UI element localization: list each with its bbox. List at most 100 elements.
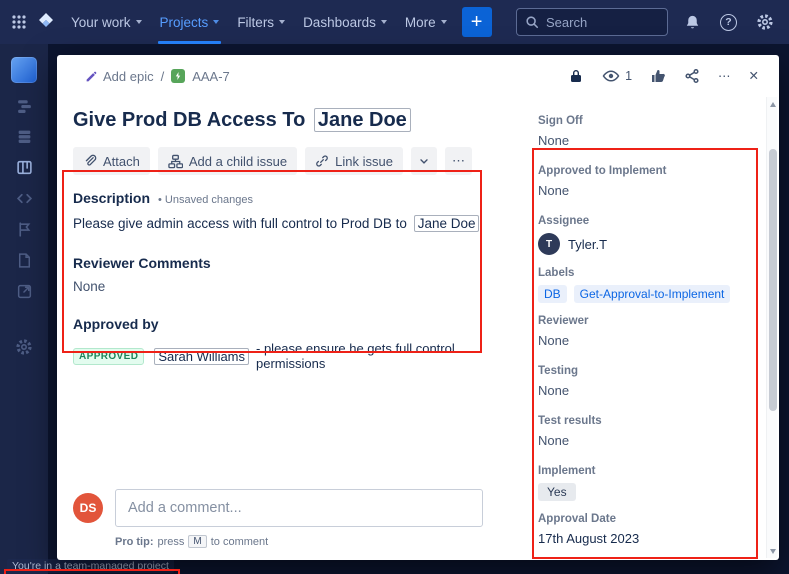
pages-icon[interactable]: [16, 252, 33, 269]
add-child-issue-button[interactable]: Add a child issue: [157, 147, 298, 175]
top-navigation-bar: Your work Projects Filters Dashboards Mo…: [0, 0, 789, 44]
link-issue-button[interactable]: Link issue: [305, 147, 403, 175]
breadcrumb: Add epic / AAA-7: [85, 69, 230, 84]
link-icon: [315, 154, 329, 168]
child-issue-icon: [168, 154, 183, 169]
team-managed-banner: You're in a team-managed project: [7, 559, 174, 573]
roadmap-icon[interactable]: [16, 97, 33, 114]
field-reviewer: Reviewer None: [538, 315, 589, 348]
keyboard-shortcut-m: M: [188, 535, 207, 548]
implement-chip[interactable]: Yes: [538, 483, 576, 501]
app-switcher-icon[interactable]: [8, 11, 30, 33]
field-testing: Testing None: [538, 365, 579, 398]
share-icon[interactable]: [676, 63, 708, 89]
field-labels: Labels DB Get-Approval-to-Implement: [538, 267, 762, 303]
attach-icon: [83, 154, 97, 168]
approver-note: - please ensure he gets full control per…: [256, 341, 455, 371]
approved-badge: APPROVED: [73, 347, 145, 365]
assignee-avatar: T: [538, 233, 560, 255]
nav-right-group: ?: [516, 8, 777, 36]
backlog-icon[interactable]: [16, 128, 33, 145]
scrollbar-down-arrow[interactable]: [767, 545, 778, 557]
breadcrumb-separator: /: [160, 68, 165, 84]
modal-scrollbar[interactable]: [766, 97, 777, 558]
shortcuts-icon[interactable]: [16, 283, 33, 300]
issue-actions: 1 ⋯ ✕: [560, 62, 767, 90]
board-icon[interactable]: [16, 159, 33, 176]
nav-more[interactable]: More: [396, 0, 456, 44]
project-avatar[interactable]: [11, 57, 37, 83]
notifications-icon[interactable]: [681, 11, 704, 34]
like-icon[interactable]: [642, 63, 674, 89]
approved-by-heading: Approved by: [73, 316, 159, 332]
description-name-highlight: Jane Doe: [413, 215, 480, 232]
search-input[interactable]: [546, 14, 659, 30]
nav-projects[interactable]: Projects: [151, 0, 229, 44]
code-icon[interactable]: [16, 190, 33, 207]
scrollbar-thumb[interactable]: [768, 149, 777, 411]
watchers-icon[interactable]: 1: [594, 62, 640, 90]
nav-filters[interactable]: Filters: [228, 0, 294, 44]
field-sign-off: Sign Off None: [538, 115, 583, 148]
add-epic-button[interactable]: Add epic: [85, 69, 154, 84]
reviewer-comments-value[interactable]: None: [73, 279, 483, 294]
field-assignee: Assignee T Tyler.T: [538, 215, 762, 255]
project-sidebar: [0, 44, 48, 574]
issue-main-column: Give Prod DB Access To Jane Doe Attach A…: [57, 97, 527, 560]
issue-title[interactable]: Give Prod DB Access To Jane Doe: [73, 107, 483, 133]
assignee-value[interactable]: T Tyler.T: [538, 233, 762, 255]
settings-icon[interactable]: [753, 10, 777, 34]
toolbar-more-icon[interactable]: ⋯: [444, 147, 472, 175]
approved-by-row: APPROVED Sarah Williams - please ensure …: [73, 341, 483, 371]
issue-key-link[interactable]: AAA-7: [192, 69, 230, 84]
help-icon[interactable]: ?: [717, 11, 740, 34]
approver-name: Sarah Williams: [154, 347, 250, 365]
nav-dashboards[interactable]: Dashboards: [294, 0, 396, 44]
edit-icon: [85, 70, 98, 83]
chevron-down-icon: [418, 155, 430, 167]
title-name-highlight: Jane Doe: [313, 108, 411, 132]
description-header: Description • Unsaved changes: [73, 190, 483, 206]
chevron-down-icon: [440, 20, 447, 24]
label-tag-db[interactable]: DB: [538, 285, 567, 303]
comment-block: DS Pro tip: press M to comment: [73, 489, 483, 548]
field-approved-to-implement: Approved to Implement None: [538, 165, 667, 198]
description-body[interactable]: Please give admin access with full contr…: [73, 214, 483, 233]
project-settings-icon[interactable]: [15, 338, 33, 356]
jira-logo[interactable]: [36, 12, 56, 32]
link-issue-dropdown-button[interactable]: [410, 147, 437, 175]
current-user-avatar: DS: [73, 493, 103, 523]
search-box[interactable]: [516, 8, 668, 36]
issue-modal-header: Add epic / AAA-7 1 ⋯ ✕: [57, 55, 779, 97]
close-icon[interactable]: ✕: [741, 64, 767, 88]
lock-icon[interactable]: [560, 63, 592, 89]
unsaved-changes-status: • Unsaved changes: [158, 194, 253, 206]
comment-input[interactable]: [115, 489, 483, 527]
label-tag-approval[interactable]: Get-Approval-to-Implement: [573, 285, 731, 303]
plus-icon: +: [470, 11, 483, 33]
epic-icon: [171, 69, 186, 83]
issue-toolbar: Attach Add a child issue Link issue ⋯: [73, 147, 483, 175]
reviewer-comments-heading: Reviewer Comments: [73, 255, 211, 271]
chevron-down-icon: [279, 20, 286, 24]
issue-details-panel: Sign Off None Approved to Implement None…: [527, 97, 766, 560]
issue-modal-body: Give Prod DB Access To Jane Doe Attach A…: [57, 97, 766, 560]
field-implement: Implement Yes: [538, 465, 596, 501]
issue-modal: Add epic / AAA-7 1 ⋯ ✕ Give Prod DB Acce…: [57, 55, 779, 560]
create-button[interactable]: +: [461, 7, 492, 37]
description-label: Description: [73, 190, 151, 206]
watchers-count: 1: [625, 69, 633, 83]
more-actions-icon[interactable]: ⋯: [710, 64, 739, 88]
nav-your-work[interactable]: Your work: [62, 0, 151, 44]
jira-application: Your work Projects Filters Dashboards Mo…: [0, 0, 789, 574]
attach-button[interactable]: Attach: [73, 147, 150, 175]
chevron-down-icon: [380, 20, 387, 24]
releases-icon[interactable]: [16, 221, 33, 238]
search-icon: [525, 15, 539, 29]
scrollbar-up-arrow[interactable]: [767, 98, 778, 110]
chevron-down-icon: [135, 20, 142, 24]
main-menu: Your work Projects Filters Dashboards Mo…: [62, 0, 456, 44]
comment-pro-tip: Pro tip: press M to comment: [115, 535, 269, 548]
chevron-down-icon: [213, 20, 220, 24]
field-test-results: Test results None: [538, 415, 602, 448]
